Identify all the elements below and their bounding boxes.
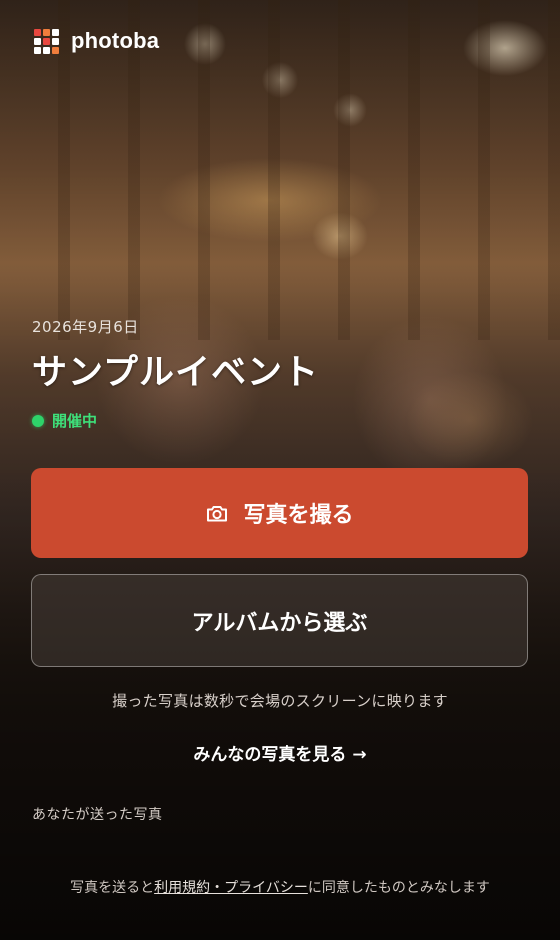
event-date: 2026年9月6日 [32, 318, 139, 336]
choose-from-album-label: アルバムから選ぶ [191, 610, 368, 636]
view-all-photos-link[interactable]: みんなの写真を見る → [0, 740, 560, 765]
take-photo-label: 写真を撮る [243, 503, 354, 528]
sent-photos-heading: あなたが送った写真 [32, 807, 163, 823]
status-label: 開催中 [52, 412, 98, 430]
screen-notice: 撮った写真は数秒で会場のスクリーンに映ります [112, 692, 448, 710]
terms-prefix: 写真を送ると [70, 880, 155, 896]
choose-from-album-button[interactable]: アルバムから選ぶ [31, 574, 528, 667]
event-status: 開催中 [32, 410, 97, 431]
logo-grid-icon [34, 28, 59, 54]
terms-notice: 写真を送ると利用規約・プライバシーに同意したものとみなします [0, 877, 560, 897]
arrow-right-icon: → [352, 745, 367, 765]
terms-privacy-link[interactable]: 利用規約・プライバシー [154, 880, 308, 896]
view-all-photos-label: みんなの写真を見る [193, 745, 347, 765]
camera-icon [207, 506, 228, 522]
brand-name: photoba [71, 28, 160, 53]
terms-suffix: に同意したものとみなします [307, 880, 490, 896]
event-title: サンプルイベント [32, 353, 319, 393]
brand-logo: photoba [34, 28, 159, 54]
status-dot-icon [32, 414, 44, 427]
take-photo-button[interactable]: 写真を撮る [31, 468, 528, 558]
